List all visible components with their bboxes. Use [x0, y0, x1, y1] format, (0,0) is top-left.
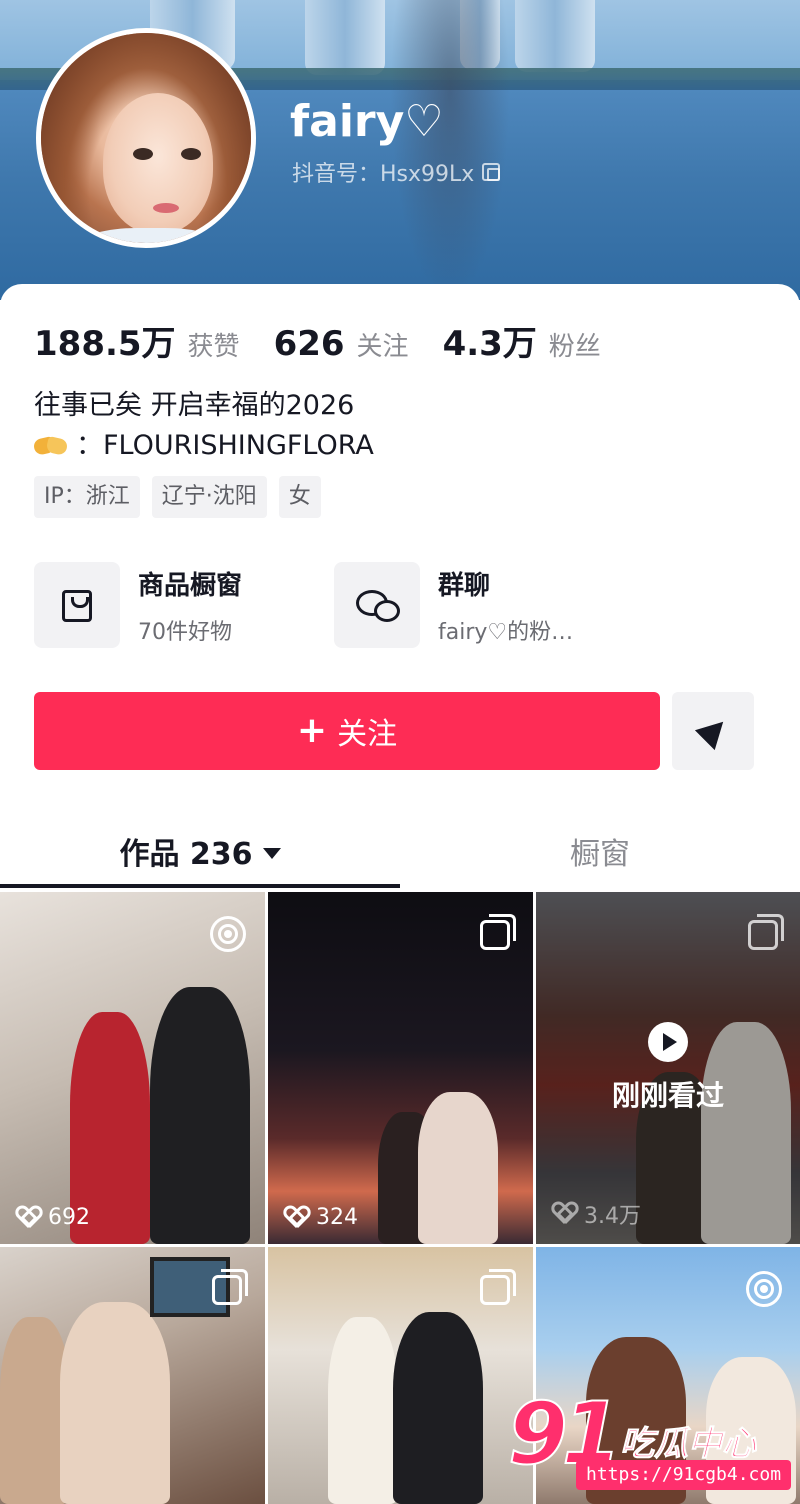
like-count: 3.4万 — [552, 1198, 641, 1230]
stat-label: 粉丝 — [548, 332, 601, 362]
content-tabs: 作品 236 橱窗 — [0, 812, 800, 890]
tag-ip: IP：浙江 — [34, 476, 140, 518]
tag-gender: 女 — [278, 476, 321, 518]
heart-icon — [16, 1206, 42, 1230]
watermark: 91 吃瓜中心 https://91cgb4.com — [507, 1383, 798, 1494]
stat-number: 4.3万 — [442, 324, 537, 364]
avatar[interactable] — [36, 28, 256, 248]
watermark-name: 吃瓜中心 — [620, 1424, 757, 1465]
thumb-figure — [60, 1302, 170, 1504]
profile-tags: IP：浙江 辽宁·沈阳 女 — [34, 476, 321, 518]
multi-image-icon — [480, 914, 516, 950]
video-thumbnail[interactable]: 324 — [268, 892, 533, 1244]
thumb-figure — [150, 987, 250, 1244]
chat-bubble-secondary-icon — [374, 600, 400, 622]
bio-line: ：FLOURISHINGFLORA — [34, 426, 374, 466]
thumb-figure — [393, 1312, 483, 1504]
copy-icon[interactable] — [482, 163, 501, 181]
live-photo-icon — [210, 916, 246, 952]
recently-watched-label: 刚刚看过 — [611, 1079, 724, 1112]
stat-likes[interactable]: 188.5万 获赞 — [34, 316, 240, 365]
stat-label: 获赞 — [187, 332, 240, 362]
stat-label: 关注 — [356, 332, 409, 362]
banner-building — [305, 0, 385, 75]
like-count: 324 — [284, 1205, 358, 1230]
tab-works[interactable]: 作品 236 — [0, 812, 400, 890]
video-thumbnail[interactable] — [268, 1247, 533, 1504]
follow-button[interactable]: + 关注 — [34, 692, 660, 770]
plus-icon: + — [296, 710, 328, 751]
thumb-figure — [328, 1317, 398, 1504]
avatar-eye — [133, 148, 153, 160]
tab-underline — [0, 884, 400, 888]
share-button[interactable] — [672, 692, 754, 770]
play-icon — [648, 1022, 688, 1062]
douyin-id[interactable]: 抖音号：Hsx99Lx — [292, 156, 501, 188]
video-thumbnail[interactable]: 刚刚看过 3.4万 — [536, 892, 800, 1244]
banner-building — [515, 0, 595, 72]
stat-number: 626 — [273, 324, 345, 364]
thumb-figure — [418, 1092, 498, 1244]
shortcut-subtitle: fairy♡的粉… — [438, 619, 574, 645]
like-count-text: 692 — [48, 1205, 90, 1230]
like-count-text: 324 — [316, 1205, 358, 1230]
send-icon — [694, 711, 734, 751]
shortcut-icon-box — [34, 562, 120, 648]
avatar-lip — [153, 203, 179, 213]
handshake-icon — [34, 435, 68, 457]
tab-showcase-label: 橱窗 — [570, 837, 630, 872]
like-count: 692 — [16, 1205, 90, 1230]
stat-followers[interactable]: 4.3万 粉丝 — [443, 316, 601, 365]
tag-location: 辽宁·沈阳 — [151, 476, 267, 518]
avatar-shirt — [81, 228, 221, 243]
profile-stats: 188.5万 获赞 626 关注 4.3万 粉丝 — [34, 316, 635, 365]
username: fairy♡ — [290, 96, 444, 147]
shortcut-icon-box — [334, 562, 420, 648]
bio: 往事已矣 开启幸福的2026 ：FLOURISHINGFLORA — [34, 386, 374, 466]
shortcut-showcase[interactable]: 商品橱窗 70件好物 — [34, 562, 264, 648]
multi-image-icon — [748, 914, 784, 950]
video-thumbnail[interactable] — [0, 1247, 265, 1504]
multi-image-icon — [212, 1269, 248, 1305]
shortcut-subtitle: 70件好物 — [138, 619, 232, 645]
multi-image-icon — [480, 1269, 516, 1305]
profile-shortcuts: 商品橱窗 70件好物 群聊 fairy♡的粉… — [34, 562, 573, 648]
shortcut-title: 群聊 — [438, 570, 491, 601]
watermark-url: https://91cgb4.com — [576, 1460, 792, 1490]
avatar-eye — [181, 148, 201, 160]
heart-icon — [552, 1202, 578, 1226]
banner-person — [390, 0, 510, 300]
bio-line: 往事已矣 开启幸福的2026 — [34, 390, 355, 421]
douyin-id-text: 抖音号：Hsx99Lx — [292, 162, 475, 187]
follow-label: 关注 — [337, 717, 398, 752]
tab-showcase[interactable]: 橱窗 — [400, 812, 800, 890]
heart-icon — [284, 1206, 310, 1230]
tab-works-label: 作品 236 — [119, 837, 253, 872]
recently-watched-overlay: 刚刚看过 — [536, 1022, 800, 1114]
shortcut-title: 商品橱窗 — [138, 570, 243, 601]
bio-line-text: ：FLOURISHINGFLORA — [76, 430, 374, 461]
video-thumbnail[interactable]: 692 — [0, 892, 265, 1244]
stat-number: 188.5万 — [34, 324, 176, 364]
like-count-text: 3.4万 — [584, 1204, 641, 1229]
shopping-bag-icon — [62, 590, 92, 622]
profile-banner: fairy♡ 抖音号：Hsx99Lx — [0, 0, 800, 300]
caret-down-icon — [262, 847, 281, 859]
live-photo-icon — [746, 1271, 782, 1307]
stat-following[interactable]: 626 关注 — [274, 324, 409, 364]
shortcut-group-chat[interactable]: 群聊 fairy♡的粉… — [334, 562, 573, 648]
